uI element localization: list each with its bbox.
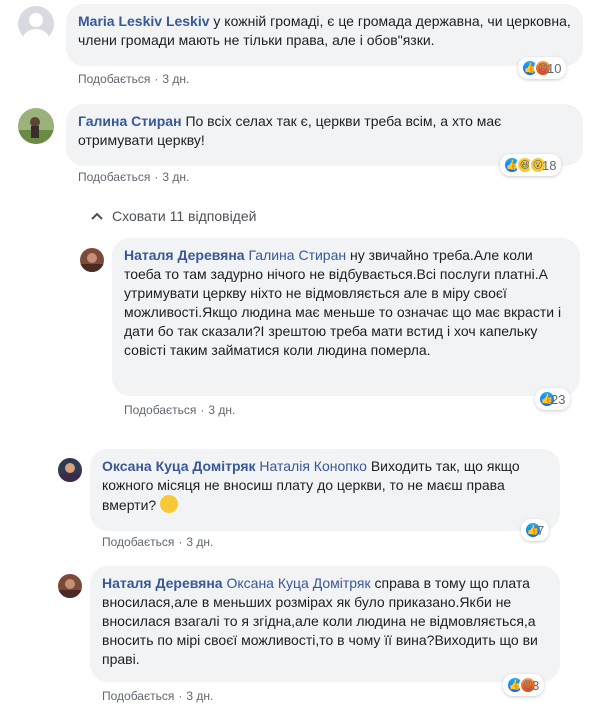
like-button[interactable]: Подобається [78, 170, 150, 184]
avatar[interactable] [58, 574, 82, 598]
timestamp[interactable]: 3 дн. [162, 170, 189, 184]
timestamp[interactable]: 3 дн. [186, 689, 213, 703]
reaction-count: 23 [551, 391, 566, 407]
hide-replies-label: Сховати 11 відповідей [112, 208, 257, 224]
reply-actions: Подобається · 3 дн. [102, 689, 214, 703]
hide-replies-button[interactable]: Сховати 11 відповідей [90, 208, 256, 224]
reaction-summary[interactable]: 👍 7 [521, 519, 550, 541]
timestamp[interactable]: 3 дн. [186, 535, 213, 549]
thinking-emoji-icon [160, 495, 179, 513]
like-button[interactable]: Подобається [124, 403, 196, 417]
reaction-summary[interactable]: 👍 😠 3 [503, 674, 545, 696]
reaction-count: 10 [547, 60, 562, 76]
comment-actions: Подобається · 3 дн. [78, 170, 190, 184]
reply-actions: Подобається · 3 дн. [124, 403, 236, 417]
reaction-count: 7 [537, 522, 545, 538]
comment-actions: Подобається · 3 дн. [78, 72, 190, 86]
mention-link[interactable]: Галина Стиран [248, 247, 346, 263]
reply-text: ну звичайно треба.Але коли тоеба то там … [124, 247, 562, 358]
reaction-summary[interactable]: 👍 😠 10 [518, 57, 567, 79]
like-button[interactable]: Подобається [102, 689, 174, 703]
reaction-count: 3 [532, 677, 540, 693]
reaction-summary[interactable]: 👍 23 [535, 388, 571, 410]
mention-link[interactable]: Оксана Куца Домітряк [226, 575, 370, 591]
reply-author[interactable]: Наталя Деревяна [124, 247, 245, 263]
reaction-count: 18 [542, 157, 557, 173]
timestamp[interactable]: 3 дн. [208, 403, 235, 417]
reaction-summary[interactable]: 👍 😆 😮 18 [500, 154, 562, 176]
reply-bubble: Наталя Деревяна Оксана Куца Домітряк спр… [90, 566, 560, 682]
like-button[interactable]: Подобається [78, 72, 150, 86]
reply-bubble: Наталя Деревяна Галина Стиран ну звичайн… [112, 238, 580, 396]
reply-bubble: Оксана Куца Домітряк Наталія Конопко Вих… [90, 449, 560, 531]
reply-actions: Подобається · 3 дн. [102, 535, 214, 549]
avatar[interactable] [18, 108, 54, 144]
comment-bubble: Maria Leskiv Leskiv у кожній громаді, є … [66, 4, 583, 66]
like-button[interactable]: Подобається [102, 535, 174, 549]
timestamp[interactable]: 3 дн. [162, 72, 189, 86]
chevron-up-icon [91, 212, 103, 220]
avatar[interactable] [58, 458, 82, 482]
avatar[interactable] [18, 6, 54, 42]
comment-author[interactable]: Галина Стиран [78, 113, 182, 129]
avatar[interactable] [80, 248, 104, 272]
reply-author[interactable]: Наталя Деревяна [102, 575, 223, 591]
mention-link[interactable]: Наталія Конопко [259, 458, 367, 474]
reply-author[interactable]: Оксана Куца Домітряк [102, 458, 256, 474]
comment-author[interactable]: Maria Leskiv Leskiv [78, 13, 210, 29]
